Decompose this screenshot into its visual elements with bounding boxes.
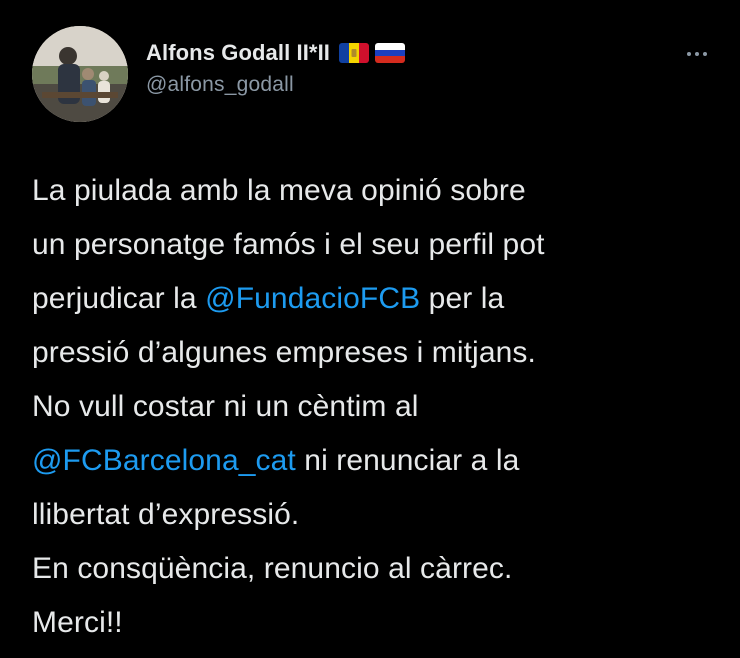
avatar[interactable] <box>32 26 128 122</box>
tweet-card: Alfons Godall II*II @alfons_godall La pi… <box>0 0 740 658</box>
mention-link-fcbarcelona[interactable]: @FCBarcelona_cat <box>32 444 296 477</box>
tweet-header: Alfons Godall II*II @alfons_godall <box>32 26 712 122</box>
russia-flag-icon <box>375 43 406 63</box>
andorra-flag-icon <box>339 43 370 63</box>
tweet-text: La piulada amb la meva opinió sobre un p… <box>32 164 722 650</box>
mention-link-fundaciofcb[interactable]: @FundacioFCB <box>205 282 420 315</box>
author-block: Alfons Godall II*II @alfons_godall <box>146 36 406 97</box>
more-options-icon[interactable] <box>682 44 712 64</box>
author-display-name[interactable]: Alfons Godall II*II <box>146 40 330 66</box>
author-name-row: Alfons Godall II*II <box>146 36 406 70</box>
author-handle[interactable]: @alfons_godall <box>146 73 405 97</box>
avatar-photo <box>32 26 128 122</box>
